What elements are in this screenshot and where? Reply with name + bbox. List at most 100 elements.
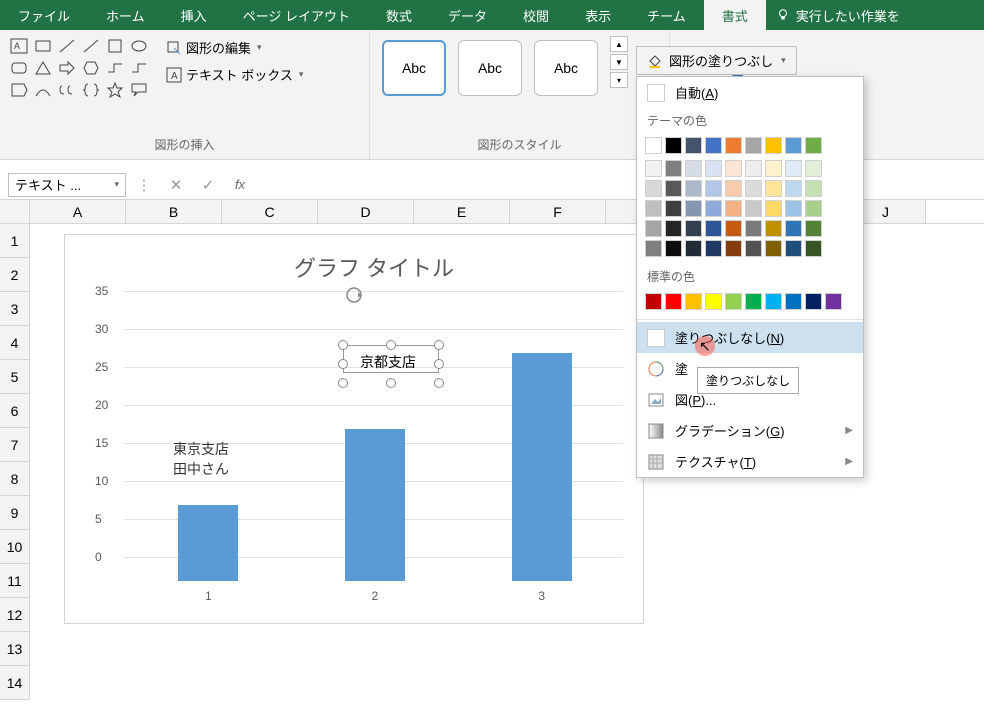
styles-expand[interactable]: ▾ bbox=[610, 72, 628, 88]
theme-color-swatch[interactable] bbox=[785, 240, 802, 257]
selection-handle[interactable] bbox=[434, 378, 444, 388]
col-header-B[interactable]: B bbox=[126, 200, 222, 223]
theme-color-swatch[interactable] bbox=[765, 160, 782, 177]
theme-color-swatch[interactable] bbox=[785, 137, 802, 154]
theme-color-swatch[interactable] bbox=[765, 220, 782, 237]
standard-color-swatch[interactable] bbox=[665, 293, 682, 310]
style-preset-3[interactable]: Abc bbox=[534, 40, 598, 96]
theme-color-swatch[interactable] bbox=[665, 137, 682, 154]
theme-color-swatch[interactable] bbox=[765, 200, 782, 217]
shape-triangle-icon[interactable] bbox=[32, 58, 54, 78]
row-header-14[interactable]: 14 bbox=[0, 666, 30, 700]
shape-arrow-right-icon[interactable] bbox=[56, 58, 78, 78]
shape-hexagon-icon[interactable] bbox=[80, 58, 102, 78]
textbox-button[interactable]: A テキスト ボックス▾ bbox=[160, 63, 309, 86]
theme-color-swatch[interactable] bbox=[665, 180, 682, 197]
shape-line2-icon[interactable] bbox=[80, 36, 102, 56]
row-header-1[interactable]: 1 bbox=[0, 224, 30, 258]
theme-color-swatch[interactable] bbox=[805, 220, 822, 237]
theme-color-swatch[interactable] bbox=[665, 240, 682, 257]
theme-color-swatch[interactable] bbox=[705, 137, 722, 154]
edit-shape-button[interactable]: 図形の編集▾ bbox=[160, 36, 309, 59]
tab-format[interactable]: 書式 bbox=[704, 0, 766, 30]
tab-view[interactable]: 表示 bbox=[567, 0, 629, 30]
tab-file[interactable]: ファイル bbox=[0, 0, 88, 30]
row-header-12[interactable]: 12 bbox=[0, 598, 30, 632]
col-header-D[interactable]: D bbox=[318, 200, 414, 223]
theme-color-swatch[interactable] bbox=[725, 137, 742, 154]
standard-color-swatch[interactable] bbox=[685, 293, 702, 310]
theme-color-swatch[interactable] bbox=[745, 160, 762, 177]
col-header-E[interactable]: E bbox=[414, 200, 510, 223]
theme-color-swatch[interactable] bbox=[685, 160, 702, 177]
shape-quote-icon[interactable] bbox=[56, 80, 78, 100]
selection-handle[interactable] bbox=[386, 378, 396, 388]
theme-color-swatch[interactable] bbox=[805, 240, 822, 257]
rotate-handle-icon[interactable] bbox=[344, 285, 364, 305]
row-header-7[interactable]: 7 bbox=[0, 428, 30, 462]
selection-handle[interactable] bbox=[434, 340, 444, 350]
theme-color-swatch[interactable] bbox=[685, 180, 702, 197]
row-header-13[interactable]: 13 bbox=[0, 632, 30, 666]
style-preset-2[interactable]: Abc bbox=[458, 40, 522, 96]
cancel-button[interactable]: ✕ bbox=[162, 172, 190, 198]
confirm-button[interactable]: ✓ bbox=[194, 172, 222, 198]
tab-formulas[interactable]: 数式 bbox=[368, 0, 430, 30]
tab-team[interactable]: チーム bbox=[629, 0, 704, 30]
col-header-C[interactable]: C bbox=[222, 200, 318, 223]
theme-color-swatch[interactable] bbox=[765, 180, 782, 197]
shape-fill-dropdown[interactable]: 図形の塗りつぶし▾ bbox=[636, 46, 797, 75]
chart-plot-area[interactable]: 05101520253035123東京支店田中さん京都支店 bbox=[125, 291, 623, 581]
theme-color-swatch[interactable] bbox=[785, 180, 802, 197]
theme-color-swatch[interactable] bbox=[785, 200, 802, 217]
theme-color-swatch[interactable] bbox=[705, 180, 722, 197]
theme-color-swatch[interactable] bbox=[745, 220, 762, 237]
shape-curve-icon[interactable] bbox=[32, 80, 54, 100]
theme-color-swatch[interactable] bbox=[665, 160, 682, 177]
row-header-6[interactable]: 6 bbox=[0, 394, 30, 428]
col-header-F[interactable]: F bbox=[510, 200, 606, 223]
tab-insert[interactable]: 挿入 bbox=[163, 0, 225, 30]
standard-color-swatch[interactable] bbox=[645, 293, 662, 310]
styles-scroll-down[interactable]: ▼ bbox=[610, 54, 628, 70]
theme-color-swatch[interactable] bbox=[685, 200, 702, 217]
select-all-corner[interactable] bbox=[0, 200, 30, 223]
shape-pentagon-icon[interactable] bbox=[8, 80, 30, 100]
standard-color-swatch[interactable] bbox=[765, 293, 782, 310]
bar-3[interactable] bbox=[512, 353, 572, 581]
theme-color-swatch[interactable] bbox=[785, 220, 802, 237]
selection-handle[interactable] bbox=[338, 378, 348, 388]
theme-color-swatch[interactable] bbox=[685, 240, 702, 257]
theme-color-swatch[interactable] bbox=[645, 200, 662, 217]
tell-me-search[interactable]: 実行したい作業を bbox=[766, 6, 910, 25]
shape-star-icon[interactable] bbox=[104, 80, 126, 100]
theme-color-swatch[interactable] bbox=[645, 137, 662, 154]
row-header-9[interactable]: 9 bbox=[0, 496, 30, 530]
shape-brace-icon[interactable] bbox=[80, 80, 102, 100]
no-fill-item[interactable]: 塗りつぶしなし(N) ↖ bbox=[637, 322, 863, 353]
standard-color-swatch[interactable] bbox=[805, 293, 822, 310]
embedded-chart[interactable]: グラフ タイトル 05101520253035123東京支店田中さん京都支店 bbox=[64, 234, 644, 624]
gradient-fill-item[interactable]: グラデーション(G) ▶ bbox=[637, 415, 863, 446]
theme-color-swatch[interactable] bbox=[665, 220, 682, 237]
shape-rounded-icon[interactable] bbox=[8, 58, 30, 78]
standard-color-swatch[interactable] bbox=[825, 293, 842, 310]
shape-textbox-icon[interactable]: A bbox=[8, 36, 30, 56]
theme-color-swatch[interactable] bbox=[765, 240, 782, 257]
theme-color-swatch[interactable] bbox=[745, 180, 762, 197]
theme-color-swatch[interactable] bbox=[745, 137, 762, 154]
texture-fill-item[interactable]: テクスチャ(T) ▶ bbox=[637, 446, 863, 477]
shape-connector2-icon[interactable] bbox=[128, 58, 150, 78]
shape-connector-icon[interactable] bbox=[104, 58, 126, 78]
tab-home[interactable]: ホーム bbox=[88, 0, 163, 30]
theme-color-swatch[interactable] bbox=[705, 200, 722, 217]
theme-color-swatch[interactable] bbox=[805, 137, 822, 154]
theme-color-swatch[interactable] bbox=[805, 160, 822, 177]
theme-color-swatch[interactable] bbox=[725, 160, 742, 177]
theme-color-swatch[interactable] bbox=[725, 220, 742, 237]
tab-page-layout[interactable]: ページ レイアウト bbox=[225, 0, 368, 30]
row-header-4[interactable]: 4 bbox=[0, 326, 30, 360]
standard-color-swatch[interactable] bbox=[705, 293, 722, 310]
selection-handle[interactable] bbox=[434, 359, 444, 369]
standard-color-swatch[interactable] bbox=[745, 293, 762, 310]
